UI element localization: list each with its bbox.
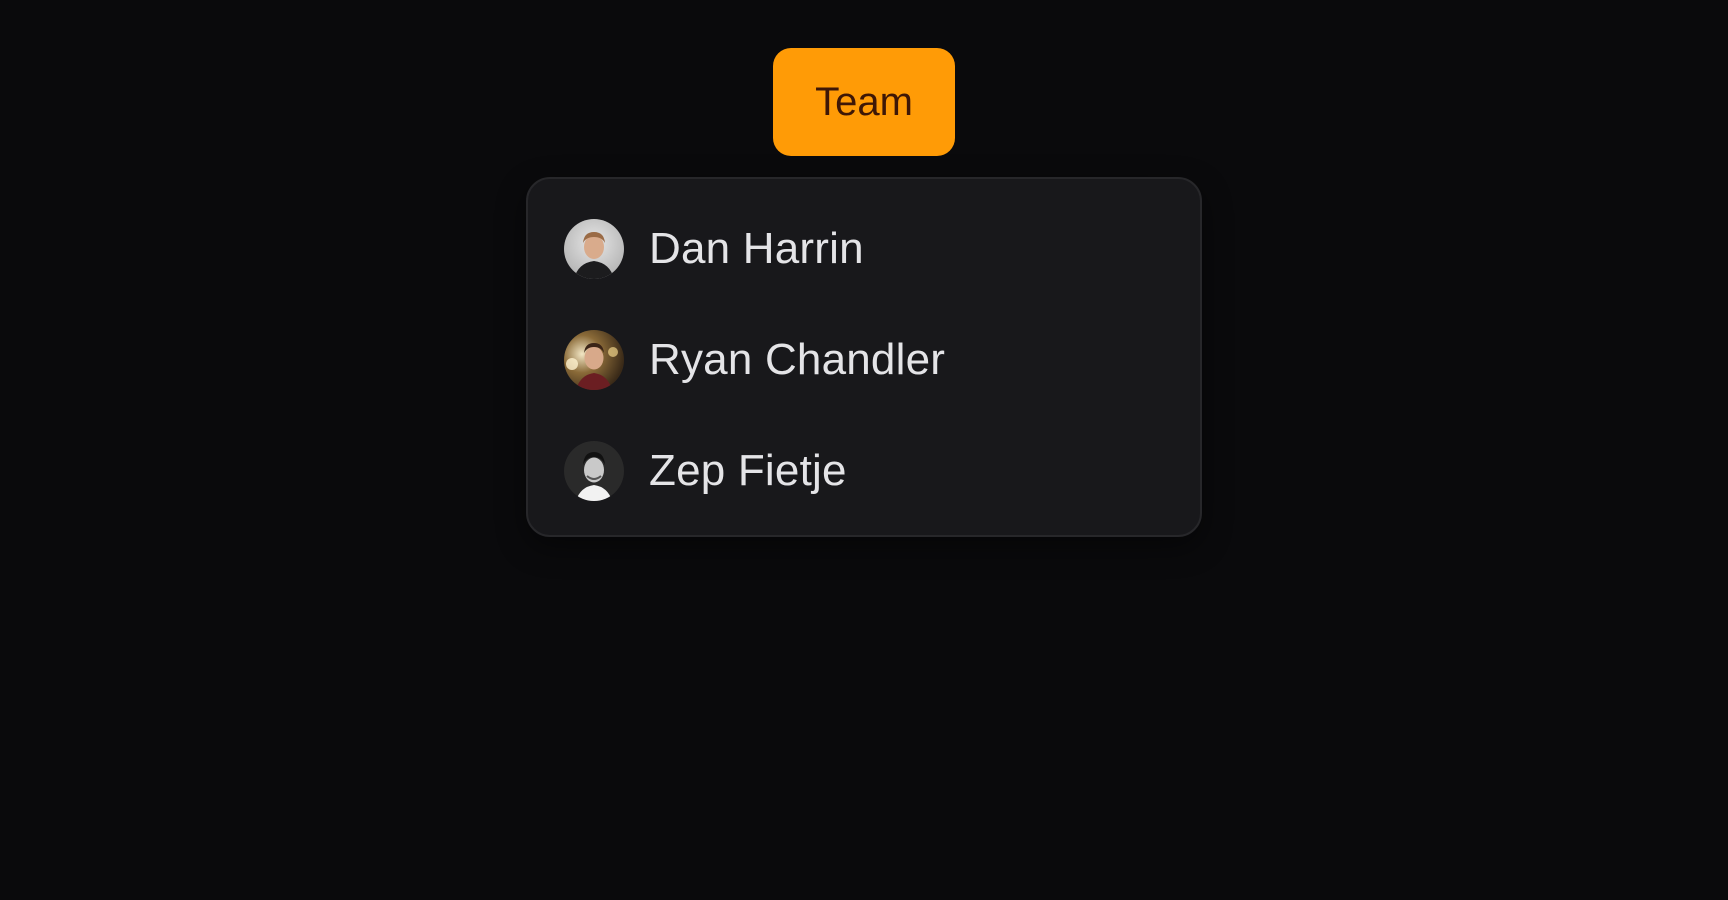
user-avatar-photo [564, 218, 624, 279]
menu-item-label: Dan Harrin [649, 223, 864, 273]
user-avatar-photo [564, 440, 624, 501]
menu-item-label: Zep Fietje [649, 445, 847, 495]
page: Team Dan Harrin Ryan Chandler Zep Fietje [0, 0, 1728, 900]
team-dropdown-button[interactable]: Team [773, 48, 955, 156]
menu-item-ryan-chandler[interactable]: Ryan Chandler [552, 304, 1176, 415]
user-avatar-photo [564, 329, 624, 390]
team-dropdown-menu: Dan Harrin Ryan Chandler Zep Fietje [526, 177, 1202, 537]
menu-item-label: Ryan Chandler [649, 334, 946, 384]
menu-item-dan-harrin[interactable]: Dan Harrin [552, 193, 1176, 304]
menu-item-zep-fietje[interactable]: Zep Fietje [552, 415, 1176, 526]
